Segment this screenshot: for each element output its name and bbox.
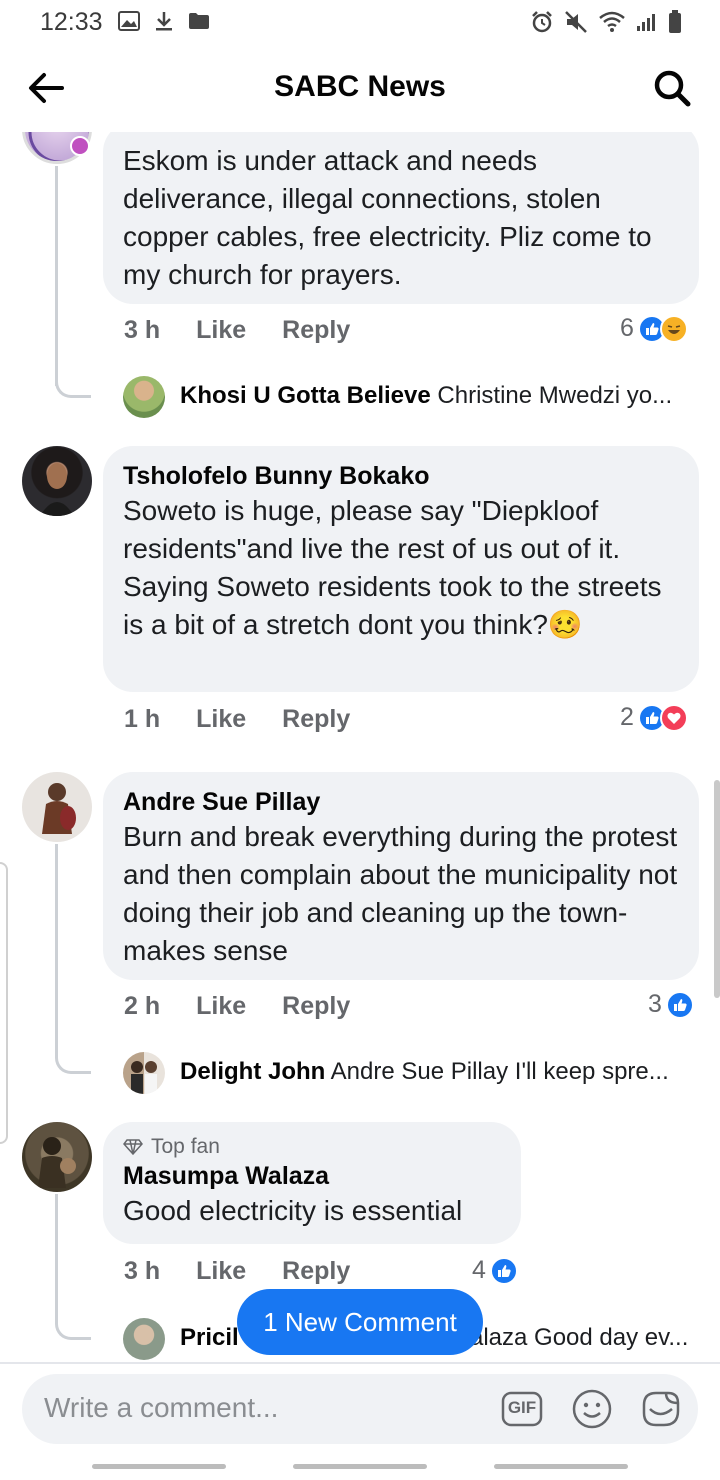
comment-author[interactable]: Andre Sue Pillay	[123, 786, 679, 818]
top-fan-badge: Top fan	[123, 1134, 501, 1160]
thread-line	[55, 844, 58, 1044]
thread-connector	[55, 362, 91, 398]
reply-button[interactable]: Reply	[282, 316, 350, 345]
page-title: SABC News	[274, 70, 446, 103]
reaction-count: 2	[620, 703, 634, 731]
alarm-icon	[530, 10, 554, 39]
folder-icon	[188, 12, 210, 35]
comment-input[interactable]: Write a comment...	[44, 1392, 278, 1424]
battery-icon	[668, 10, 682, 39]
wifi-icon	[598, 11, 626, 38]
haha-reaction-icon	[659, 314, 688, 343]
edge-panel-handle[interactable]	[0, 862, 8, 1144]
comment-bubble[interactable]: Tsholofelo Bunny Bokako Soweto is huge, …	[103, 446, 699, 692]
reaction-summary[interactable]: 4	[472, 1256, 518, 1285]
reply-author: Delight John	[180, 1058, 326, 1085]
reaction-summary[interactable]: 6	[620, 314, 688, 343]
status-time: 12:33	[40, 8, 103, 36]
reaction-summary[interactable]: 3	[648, 990, 694, 1019]
comment-text: Soweto is huge, please say "Diepkloof re…	[123, 492, 679, 644]
reply-button[interactable]: Reply	[282, 992, 350, 1021]
comment-author[interactable]: Tsholofelo Bunny Bokako	[123, 460, 679, 492]
comment-time[interactable]: 3 h	[124, 316, 160, 345]
badge-label: Top fan	[151, 1135, 220, 1158]
comment-time[interactable]: 1 h	[124, 705, 160, 734]
reaction-summary[interactable]: 2	[620, 703, 688, 732]
love-reaction-icon	[659, 703, 688, 732]
avatar[interactable]	[22, 772, 92, 842]
thread-line	[55, 166, 58, 386]
comment-actions: 3 h Like Reply	[124, 1257, 350, 1286]
status-bar: 12:33	[0, 0, 720, 44]
reaction-count: 6	[620, 314, 634, 342]
gif-icon[interactable]: GIF	[500, 1387, 544, 1431]
like-button[interactable]: Like	[196, 1257, 246, 1286]
system-nav-bar	[0, 1448, 720, 1480]
comment-text: Eskom is under attack and needs delivera…	[123, 145, 652, 290]
comment-bubble[interactable]: Andre Sue Pillay Burn and break everythi…	[103, 772, 699, 980]
reply-author: Pricil	[180, 1324, 239, 1351]
like-button[interactable]: Like	[196, 316, 246, 345]
avatar[interactable]	[123, 376, 165, 418]
reply-button[interactable]: Reply	[282, 705, 350, 734]
avatar[interactable]	[123, 1052, 165, 1094]
comment-author[interactable]: Masumpa Walaza	[123, 1160, 501, 1192]
gif-label: GIF	[507, 1398, 537, 1417]
comment-bubble[interactable]: Eskom is under attack and needs delivera…	[103, 132, 699, 304]
app-bar: SABC News	[0, 44, 720, 132]
download-icon	[154, 10, 174, 37]
comment-text: Good electricity is essential	[123, 1195, 463, 1226]
nav-home[interactable]	[293, 1464, 427, 1469]
like-reaction-icon	[665, 990, 694, 1019]
avatar[interactable]	[123, 1318, 165, 1360]
comment-composer[interactable]: Write a comment... GIF	[22, 1374, 698, 1444]
nav-recents[interactable]	[92, 1464, 226, 1469]
new-comment-button[interactable]: 1 New Comment	[237, 1289, 483, 1355]
comment-actions: 1 h Like Reply	[124, 705, 350, 734]
woozy-face-emoji: 🥴	[547, 609, 583, 640]
mute-icon	[564, 10, 588, 39]
like-reaction-icon	[489, 1256, 518, 1285]
sticker-icon[interactable]	[638, 1387, 682, 1431]
nav-back[interactable]	[494, 1464, 628, 1469]
diamond-icon	[123, 1139, 143, 1155]
thread-connector	[55, 1304, 91, 1340]
comment-bubble[interactable]: Top fan Masumpa Walaza Good electricity …	[103, 1122, 521, 1244]
comment-actions: 3 h Like Reply	[124, 316, 350, 345]
gallery-icon	[118, 11, 140, 36]
reaction-count: 4	[472, 1256, 486, 1284]
comment-time[interactable]: 2 h	[124, 992, 160, 1021]
comment-actions: 2 h Like Reply	[124, 992, 350, 1021]
emoji-icon[interactable]	[570, 1387, 614, 1431]
avatar[interactable]	[22, 1122, 92, 1192]
reply-button[interactable]: Reply	[282, 1257, 350, 1286]
thread-connector	[55, 1038, 91, 1074]
avatar[interactable]	[22, 446, 92, 516]
reply-text: alaza Good day ev...	[470, 1324, 689, 1351]
reply-text: Andre Sue Pillay I'll keep spre...	[330, 1058, 669, 1085]
reply-preview[interactable]: Delight John Andre Sue Pillay I'll keep …	[180, 1058, 690, 1086]
comments-list: Eskom is under attack and needs delivera…	[0, 132, 720, 1362]
badge-icon	[70, 136, 90, 156]
reply-author: Khosi U Gotta Believe	[180, 382, 431, 409]
reply-text: Christine Mwedzi yo...	[437, 382, 673, 409]
comment-text: Burn and break everything during the pro…	[123, 821, 678, 966]
like-button[interactable]: Like	[196, 992, 246, 1021]
signal-icon	[636, 12, 658, 37]
search-icon[interactable]	[650, 66, 694, 110]
divider	[0, 1362, 720, 1364]
like-button[interactable]: Like	[196, 705, 246, 734]
comment-time[interactable]: 3 h	[124, 1257, 160, 1286]
reply-preview[interactable]: Khosi U Gotta Believe Christine Mwedzi y…	[180, 382, 690, 410]
scrollbar[interactable]	[714, 780, 720, 998]
reaction-count: 3	[648, 990, 662, 1018]
